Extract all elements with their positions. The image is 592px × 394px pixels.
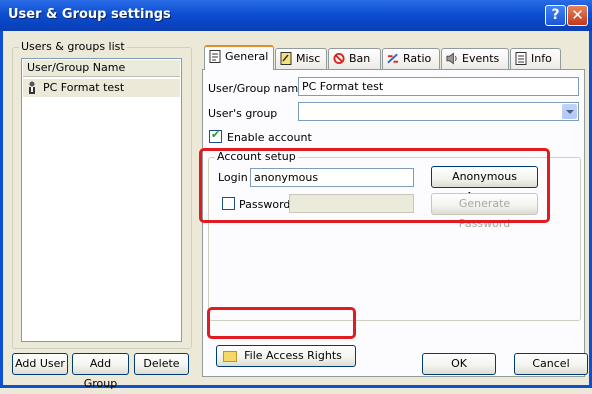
delete-button[interactable]: Delete bbox=[134, 353, 189, 375]
users-groups-list[interactable]: User/Group Name PC Format test bbox=[21, 58, 182, 342]
close-button[interactable]: ✕ bbox=[567, 5, 588, 26]
tab-events[interactable]: Events bbox=[441, 48, 509, 69]
list-item-label: PC Format test bbox=[43, 81, 125, 94]
users-group-label: User's group bbox=[208, 107, 278, 120]
help-button[interactable]: ? bbox=[545, 5, 566, 26]
help-icon: ? bbox=[551, 7, 560, 23]
users-groups-group: Users & groups list User/Group Name PC F… bbox=[12, 40, 192, 349]
tab-misc[interactable]: Misc bbox=[275, 48, 327, 69]
add-user-button[interactable]: Add User bbox=[12, 353, 68, 375]
folder-icon bbox=[223, 351, 237, 362]
list-item[interactable]: PC Format test bbox=[23, 79, 180, 97]
ok-button[interactable]: OK bbox=[422, 353, 496, 375]
add-group-button[interactable]: Add Group bbox=[72, 353, 129, 390]
user-group-name-input[interactable]: PC Format test bbox=[298, 77, 579, 96]
file-access-rights-label: File Access Rights bbox=[244, 349, 342, 362]
title-bar[interactable]: User & Group settings ? ✕ bbox=[0, 0, 592, 31]
tab-general-label: General bbox=[225, 50, 269, 63]
enable-account-checkbox[interactable]: ✔ bbox=[209, 128, 222, 143]
misc-icon bbox=[280, 52, 292, 65]
tab-info-label: Info bbox=[531, 52, 552, 65]
dialog-body: Users & groups list User/Group Name PC F… bbox=[0, 31, 592, 390]
ban-icon bbox=[333, 52, 345, 65]
close-icon: ✕ bbox=[571, 6, 584, 24]
user-group-name-value: PC Format test bbox=[302, 80, 384, 93]
users-groups-label: Users & groups list bbox=[19, 40, 127, 53]
tab-general[interactable]: General bbox=[204, 45, 274, 70]
info-icon bbox=[515, 52, 527, 65]
tab-events-label: Events bbox=[462, 52, 500, 65]
users-group-select[interactable] bbox=[298, 102, 579, 121]
tab-ban-label: Ban bbox=[349, 52, 371, 65]
account-setup-highlight bbox=[199, 148, 550, 223]
tab-ratio[interactable]: Ratio bbox=[382, 48, 440, 69]
user-icon bbox=[29, 81, 35, 94]
tab-info[interactable]: Info bbox=[510, 48, 561, 69]
events-icon bbox=[446, 52, 457, 65]
checkmark-icon: ✔ bbox=[211, 128, 221, 141]
file-access-rights-highlight bbox=[207, 307, 356, 339]
tab-ban[interactable]: Ban bbox=[328, 48, 381, 69]
ratio-icon bbox=[387, 53, 399, 64]
user-group-name-label: User/Group name bbox=[208, 82, 305, 95]
tab-ratio-label: Ratio bbox=[403, 52, 432, 65]
tab-misc-label: Misc bbox=[296, 52, 321, 65]
file-access-rights-button[interactable]: File Access Rights bbox=[216, 345, 356, 367]
column-header[interactable]: User/Group Name bbox=[23, 60, 180, 77]
enable-account-label: Enable account bbox=[227, 131, 312, 144]
cancel-button[interactable]: Cancel bbox=[514, 353, 588, 375]
chevron-down-icon[interactable] bbox=[562, 104, 577, 119]
window-title: User & Group settings bbox=[8, 7, 171, 22]
general-icon bbox=[209, 50, 221, 63]
